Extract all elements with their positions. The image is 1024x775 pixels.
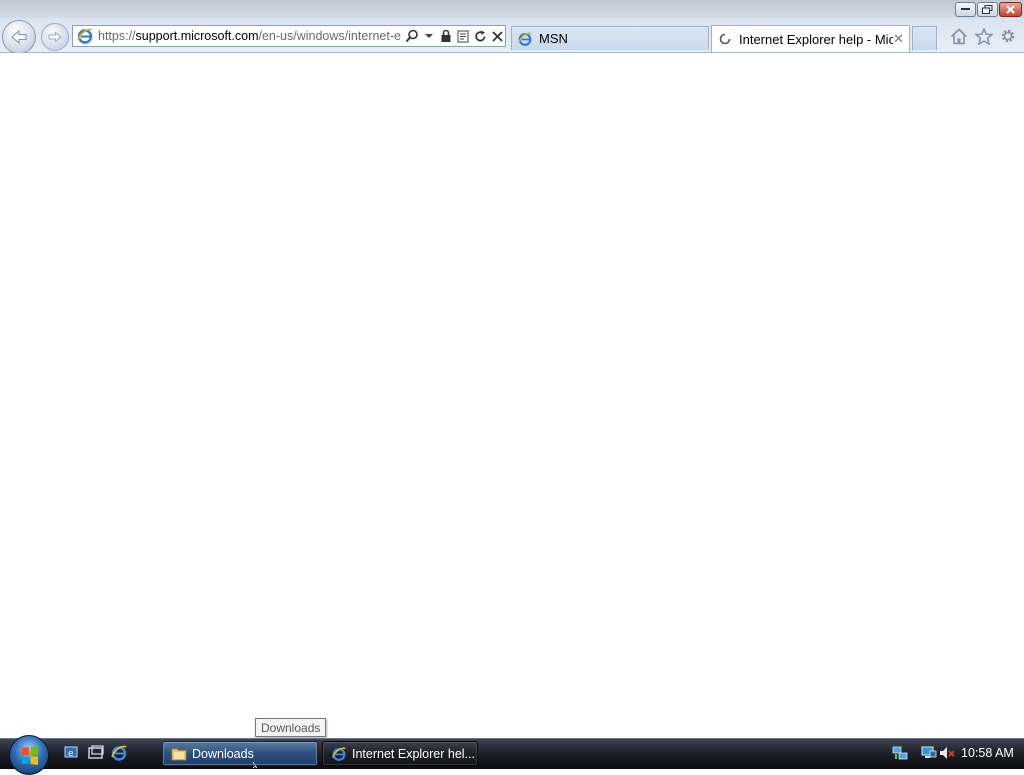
ie-icon	[77, 28, 93, 44]
monitor-network-icon[interactable]	[921, 745, 937, 761]
address-url[interactable]: https://support.microsoft.com/en-us/wind…	[98, 29, 403, 43]
start-button[interactable]	[9, 735, 49, 775]
address-bar[interactable]: https://support.microsoft.com/en-us/wind…	[72, 25, 506, 47]
loading-spinner-icon	[719, 33, 731, 45]
ie-icon[interactable]	[110, 744, 128, 762]
compatibility-view-icon[interactable]	[455, 28, 471, 44]
url-scheme: https://	[98, 29, 136, 43]
close-window-button[interactable]	[999, 2, 1022, 17]
ie-icon	[332, 746, 346, 761]
show-desktop-icon[interactable]	[87, 744, 105, 762]
taskbar-button-internet-explorer[interactable]: Internet Explorer hel...	[322, 741, 478, 766]
mouse-cursor-icon	[253, 762, 258, 768]
browser-toolbar: https://support.microsoft.com/en-us/wind…	[0, 0, 1024, 54]
tab-internet-explorer-help[interactable]: Internet Explorer help - Mic... ✕	[711, 25, 910, 52]
title-bar	[0, 0, 1024, 18]
tooltip-text: Downloads	[261, 720, 321, 735]
volume-muted-icon[interactable]	[939, 745, 955, 761]
back-button[interactable]	[2, 20, 36, 54]
ie-icon	[518, 31, 532, 46]
taskbar-button-label: Internet Explorer hel...	[352, 746, 475, 761]
tab-label: MSN	[539, 31, 568, 46]
refresh-icon[interactable]	[472, 28, 488, 44]
minimize-icon	[961, 8, 970, 10]
arrow-left-icon	[11, 29, 27, 45]
close-icon	[1006, 5, 1015, 14]
chevron-down-icon[interactable]	[421, 28, 437, 44]
restore-button[interactable]	[977, 2, 998, 17]
network-icon[interactable]	[892, 745, 908, 761]
svg-text:e: e	[68, 749, 74, 759]
tab-label: Internet Explorer help - Mic...	[739, 31, 894, 47]
favorites-star-icon[interactable]	[975, 27, 993, 45]
downloads-tooltip: Downloads	[255, 718, 327, 737]
taskbar-button-downloads[interactable]: Downloads	[162, 741, 318, 766]
notification-area: 10:58 AM	[885, 739, 1024, 768]
minimize-button[interactable]	[955, 2, 976, 17]
gear-icon[interactable]	[999, 27, 1017, 45]
arrow-right-icon	[48, 31, 62, 43]
clock[interactable]: 10:58 AM	[961, 746, 1014, 760]
home-icon[interactable]	[950, 27, 968, 45]
restore-icon	[982, 5, 993, 14]
page-content-area[interactable]	[0, 53, 1024, 738]
stop-icon[interactable]	[489, 28, 505, 44]
tab-close-icon[interactable]: ✕	[893, 31, 904, 47]
taskbar	[0, 738, 1024, 769]
new-tab-button[interactable]	[912, 26, 937, 50]
tab-msn[interactable]: MSN	[511, 26, 709, 50]
windows-logo-icon	[22, 746, 38, 765]
url-host: support.microsoft.com	[135, 29, 259, 43]
folder-icon	[171, 748, 187, 760]
lock-icon[interactable]	[438, 28, 454, 44]
switch-windows-icon[interactable]: e	[63, 744, 81, 762]
taskbar-button-label: Downloads	[192, 746, 254, 761]
forward-button[interactable]	[41, 23, 69, 51]
search-icon[interactable]	[404, 28, 420, 44]
url-path: /en-us/windows/internet-e	[258, 29, 401, 43]
